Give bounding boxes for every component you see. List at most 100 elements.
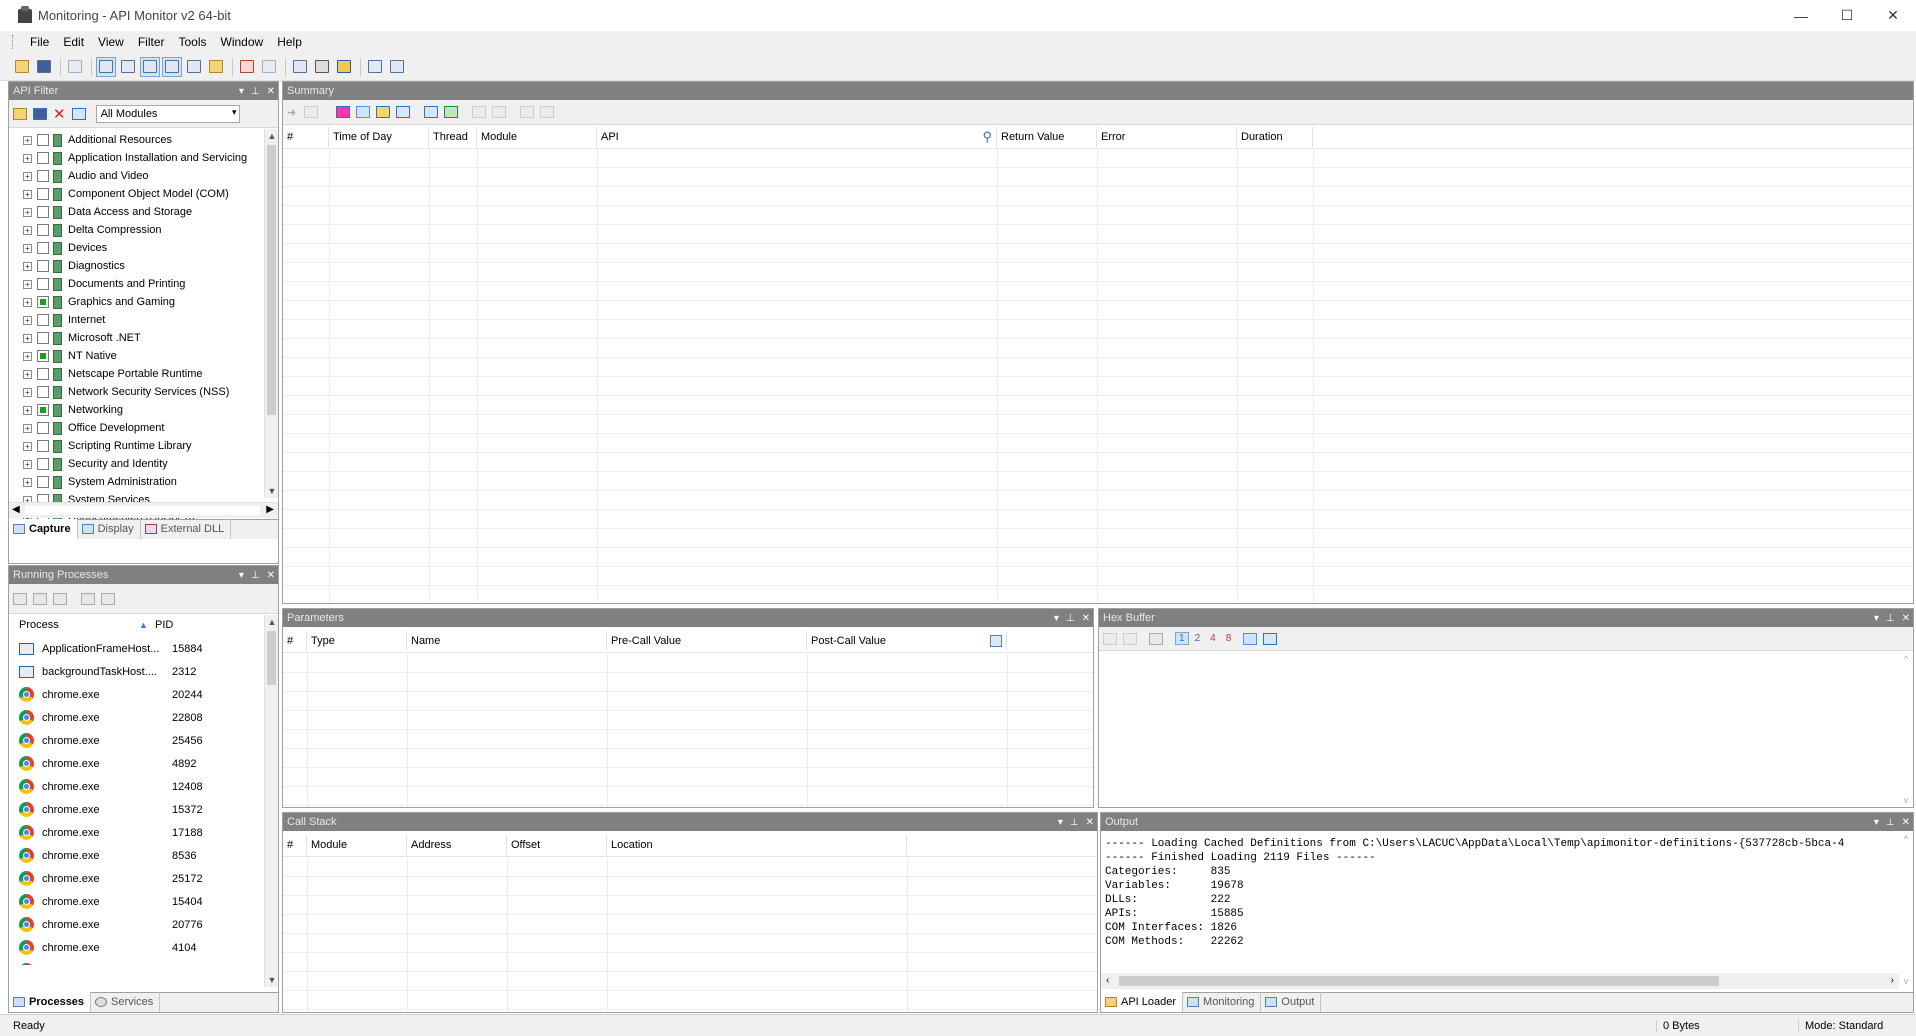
col-time-of-day[interactable]: Time of Day — [329, 126, 429, 147]
scroll-thumb[interactable] — [267, 145, 276, 415]
tree-item[interactable]: + Netscape Portable Runtime — [9, 365, 266, 383]
col-module[interactable]: Module — [477, 126, 597, 147]
expand-icon[interactable]: + — [23, 225, 32, 235]
expand-icon[interactable]: + — [23, 405, 32, 415]
panel-pin-icon[interactable]: ⊥ — [251, 86, 260, 97]
category-checkbox[interactable] — [37, 188, 49, 200]
tree-mode-icon[interactable] — [356, 106, 371, 118]
tree-view-icon[interactable] — [81, 592, 95, 605]
monitor-new-button[interactable] — [237, 57, 257, 77]
hex-buffer-view[interactable] — [1099, 652, 1899, 807]
tree-item[interactable]: + Delta Compression — [9, 221, 266, 239]
panel-dropdown-icon[interactable]: ▾ — [1874, 613, 1879, 624]
process-row[interactable]: chrome.exe 20244 — [9, 683, 266, 706]
delete-icon[interactable] — [492, 106, 507, 118]
parameters-grid[interactable] — [283, 654, 1093, 807]
properties-icon[interactable] — [101, 592, 115, 605]
tab-services[interactable]: Services — [91, 992, 161, 1012]
panel-pin-icon[interactable]: ⊥ — [1066, 613, 1075, 624]
scroll-down-icon[interactable]: v — [1899, 974, 1913, 988]
code-view-button[interactable] — [96, 56, 116, 77]
process-row[interactable]: chrome.exe 22808 — [9, 706, 266, 729]
category-checkbox[interactable] — [37, 278, 49, 290]
call-stack-grid[interactable] — [283, 858, 1097, 1012]
tab-monitoring[interactable]: Monitoring — [1183, 992, 1262, 1012]
expand-icon[interactable]: + — [23, 297, 32, 307]
scroll-right-icon[interactable]: › — [1891, 975, 1894, 986]
tree-item[interactable]: + System Administration — [9, 473, 266, 491]
output-hscrollbar[interactable]: ‹ › — [1101, 973, 1899, 989]
menu-edit[interactable]: Edit — [56, 35, 91, 49]
expand-icon[interactable]: + — [23, 135, 32, 145]
process-row[interactable]: chrome.exe 4104 — [9, 936, 266, 959]
tree-item[interactable]: + Additional Resources — [9, 131, 266, 149]
col-error[interactable]: Error — [1097, 126, 1237, 147]
col-address[interactable]: Address — [407, 834, 507, 855]
tab-processes[interactable]: Processes — [9, 992, 92, 1012]
expand-icon[interactable]: + — [23, 189, 32, 199]
col-api[interactable]: API ⚲ — [597, 126, 997, 147]
tree-vscrollbar[interactable]: ▲ ▼ — [264, 129, 278, 498]
process-row[interactable]: chrome.exe 15372 — [9, 798, 266, 821]
clear-filter-icon[interactable]: ✕ — [53, 105, 66, 123]
flow-button[interactable] — [118, 57, 138, 77]
category-checkbox[interactable] — [37, 134, 49, 146]
col-index[interactable]: # — [283, 126, 329, 147]
start-monitor-icon[interactable] — [33, 592, 47, 605]
tab-capture[interactable]: Capture — [9, 519, 78, 539]
tree-view-button[interactable] — [140, 56, 160, 77]
category-checkbox[interactable] — [37, 170, 49, 182]
output-text[interactable]: ------ Loading Cached Definitions from C… — [1105, 837, 1897, 971]
process-row[interactable]: backgroundTaskHost.... 2312 — [9, 660, 266, 683]
panel-close-icon[interactable]: ✕ — [1902, 613, 1910, 624]
tree-item[interactable]: + Component Object Model (COM) — [9, 185, 266, 203]
tab-api-loader[interactable]: API Loader — [1101, 992, 1184, 1012]
open-filter-icon[interactable] — [13, 107, 27, 120]
col-offset[interactable]: Offset — [507, 834, 607, 855]
scroll-right-icon[interactable]: ▶ — [266, 504, 274, 515]
panel-close-icon[interactable]: ✕ — [267, 570, 275, 581]
expand-icon[interactable]: + — [23, 477, 32, 487]
expand-icon[interactable]: + — [23, 459, 32, 469]
output-vscrollbar[interactable]: ^ v — [1899, 832, 1913, 988]
panel-dropdown-icon[interactable]: ▾ — [239, 86, 244, 97]
tree-item[interactable]: + Data Access and Storage — [9, 203, 266, 221]
byte-1-button[interactable]: 1 — [1175, 632, 1189, 645]
scroll-thumb[interactable] — [267, 631, 276, 685]
process-vscrollbar[interactable]: ▲ ▼ — [264, 615, 278, 987]
export-icon[interactable] — [444, 106, 459, 118]
expand-icon[interactable]: + — [23, 387, 32, 397]
panel-pin-icon[interactable]: ⊥ — [1070, 817, 1079, 828]
byte-2-button[interactable]: 2 — [1195, 633, 1201, 644]
process-row[interactable]: chrome.exe 8536 — [9, 844, 266, 867]
module-select[interactable]: All Modules ▾ — [95, 104, 240, 123]
col-thread[interactable]: Thread — [429, 126, 477, 147]
col-post-call-value[interactable]: Post-Call Value — [807, 630, 1007, 651]
hscroll-thumb[interactable] — [1119, 976, 1719, 986]
expand-icon[interactable]: + — [23, 153, 32, 163]
open-button[interactable] — [12, 57, 32, 77]
minimize-button[interactable]: — — [1778, 0, 1824, 31]
big-endian-icon[interactable] — [1263, 632, 1278, 645]
tree-item[interactable]: + NT Native — [9, 347, 266, 365]
expand-icon[interactable]: + — [23, 279, 32, 289]
window-icon[interactable] — [396, 106, 411, 118]
hscroll-thumb[interactable] — [25, 506, 260, 515]
col-pre-call-value[interactable]: Pre-Call Value — [607, 630, 807, 651]
scroll-up-icon[interactable]: ▲ — [265, 129, 279, 143]
tree-item[interactable]: + Security and Identity — [9, 455, 266, 473]
search-icon[interactable]: ⚲ — [982, 127, 992, 147]
process-row[interactable]: chrome.exe 4892 — [9, 752, 266, 775]
expand-icon[interactable]: + — [23, 243, 32, 253]
col-pid[interactable]: PID — [151, 615, 251, 635]
category-checkbox[interactable] — [37, 314, 49, 326]
options-button[interactable] — [365, 57, 385, 77]
hook-icon[interactable] — [53, 592, 67, 605]
menu-filter[interactable]: Filter — [131, 35, 172, 49]
process-row[interactable]: chrome.exe 25172 — [9, 867, 266, 890]
scroll-left-icon[interactable]: ◀ — [12, 504, 20, 515]
col-duration[interactable]: Duration — [1237, 126, 1313, 147]
scroll-down-icon[interactable]: v — [1899, 793, 1913, 807]
tree-hscrollbar[interactable]: ◀ ▶ — [9, 502, 278, 518]
scroll-up-icon[interactable]: ^ — [1899, 652, 1913, 666]
